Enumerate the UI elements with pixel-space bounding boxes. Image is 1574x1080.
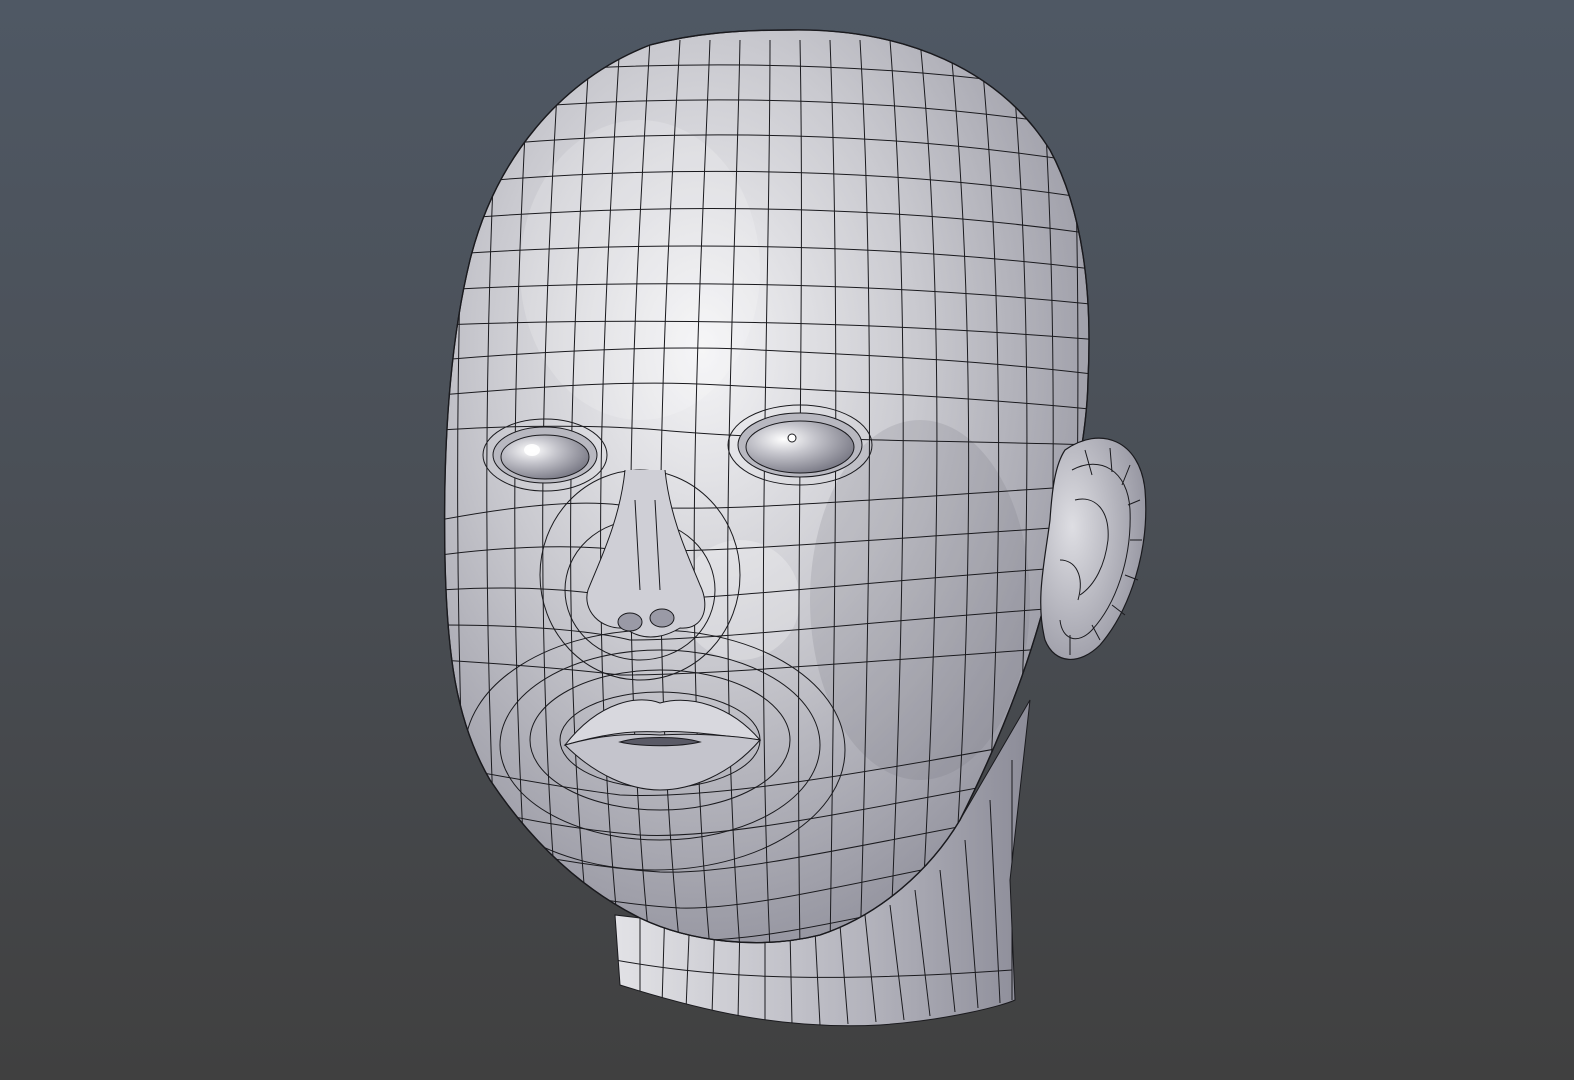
- right-eye: [727, 404, 873, 486]
- ear: [1040, 437, 1147, 660]
- left-eye: [482, 418, 608, 492]
- head-mesh-render: [443, 29, 1147, 1027]
- 3d-viewport[interactable]: [0, 0, 1574, 1080]
